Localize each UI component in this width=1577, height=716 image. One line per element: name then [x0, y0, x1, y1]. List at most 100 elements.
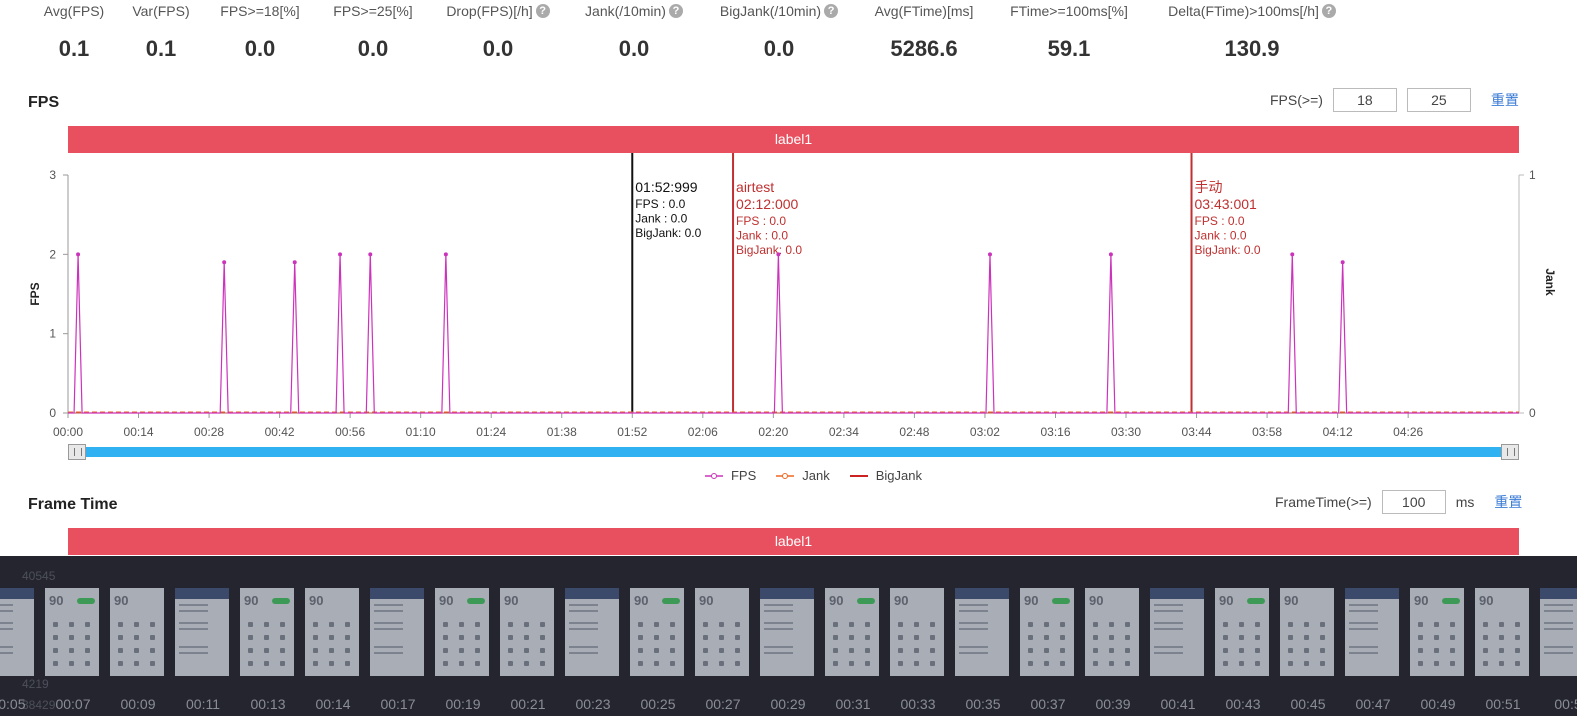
thumb-app-icon: [459, 661, 464, 666]
legend-fps[interactable]: FPS: [704, 468, 756, 483]
thumb-app-icon: [443, 661, 448, 666]
thumb-app-icon: [85, 648, 90, 653]
screenshot-filmstrip[interactable]: 40545 4219 38429 00:059000:079000:0900:1…: [0, 556, 1577, 716]
screenshot-thumbnail[interactable]: [1345, 588, 1401, 676]
thumb-app-icon: [85, 622, 90, 627]
thumb-status-pill: [857, 598, 875, 604]
thumb-text-line: [1154, 652, 1183, 654]
slider-right-handle[interactable]: [1501, 444, 1519, 460]
screenshot-thumbnail[interactable]: [565, 588, 621, 676]
thumb-app-icon: [735, 635, 740, 640]
screenshot-thumbnail[interactable]: 90: [240, 588, 296, 676]
thumb-app-icon: [53, 648, 58, 653]
screenshot-thumbnail[interactable]: 90: [890, 588, 946, 676]
thumbnail-timestamp: 00:11: [186, 696, 220, 712]
x-tick-label: 01:38: [547, 425, 577, 439]
thumb-app-icon: [1304, 635, 1309, 640]
thumb-app-icon: [1320, 648, 1325, 653]
legend-bigjank[interactable]: BigJank: [849, 468, 922, 483]
thumb-app-icon: [638, 661, 643, 666]
thumb-text-line: [569, 652, 598, 654]
thumb-app-icon: [1060, 648, 1065, 653]
screenshot-thumbnail[interactable]: 90: [825, 588, 881, 676]
screenshot-thumbnail[interactable]: [0, 588, 36, 676]
screenshot-thumbnail[interactable]: [1540, 588, 1577, 676]
thumb-text-line: [374, 622, 403, 624]
fps-point: [1340, 260, 1345, 265]
screenshot-thumbnail[interactable]: 90: [630, 588, 686, 676]
thumb-app-icon: [735, 661, 740, 666]
thumb-app-icon: [1028, 648, 1033, 653]
screenshot-thumbnail[interactable]: [1150, 588, 1206, 676]
thumb-app-icon: [248, 635, 253, 640]
thumb-app-icon: [898, 622, 903, 627]
y-tick-label-left: 3: [49, 168, 56, 182]
screenshot-thumbnail[interactable]: 90: [1410, 588, 1466, 676]
thumb-text-line: [1154, 610, 1183, 612]
thumb-app-icon: [540, 635, 545, 640]
frame-time-reset-link[interactable]: 重置: [1494, 492, 1522, 512]
thumb-app-icon: [1483, 622, 1488, 627]
thumb-status-pill: [467, 598, 485, 604]
thumb-text-line: [1349, 610, 1378, 612]
screenshot-thumbnail[interactable]: 90: [305, 588, 361, 676]
screenshot-thumbnail[interactable]: [955, 588, 1011, 676]
fps-chart[interactable]: 0 1 2 3 0 1 FPS Jank 00:00 00:14 00:28 00:42 00:56 01…: [0, 150, 1577, 440]
screenshot-thumbnail[interactable]: [175, 588, 231, 676]
help-icon[interactable]: ?: [1321, 4, 1336, 18]
screenshot-thumbnail[interactable]: 90: [435, 588, 491, 676]
thumb-app-icon: [1109, 648, 1114, 653]
fps-threshold-1-input[interactable]: [1332, 88, 1397, 112]
fps-label-bar[interactable]: label1: [68, 126, 1519, 153]
frame-time-label-bar[interactable]: label1: [68, 528, 1519, 555]
fps-threshold-2-input[interactable]: [1406, 88, 1471, 112]
thumbnail-timestamp: 00:49: [1420, 696, 1456, 712]
slider-left-handle[interactable]: [68, 444, 86, 460]
screenshot-thumbnail[interactable]: 90: [1280, 588, 1336, 676]
thumb-app-icon: [849, 622, 854, 627]
thumb-app-icon: [833, 661, 838, 666]
screenshot-thumbnail[interactable]: 90: [1085, 588, 1141, 676]
thumb-text-line: [374, 652, 403, 654]
frame-time-threshold-input[interactable]: [1381, 490, 1446, 514]
x-tick-label: 01:52: [617, 425, 647, 439]
time-range-slider[interactable]: [68, 444, 1519, 460]
screenshot-thumbnail[interactable]: 90: [45, 588, 101, 676]
screenshot-thumbnail[interactable]: 90: [110, 588, 166, 676]
thumb-app-icon: [703, 661, 708, 666]
thumb-app-icon: [1288, 635, 1293, 640]
marker-bigjank: BigJank: 0.0: [635, 226, 701, 240]
thumb-app-icon: [329, 648, 334, 653]
legend-jank[interactable]: Jank: [776, 468, 830, 483]
y-tick-label-right: 0: [1529, 406, 1536, 420]
thumb-text-line: [764, 610, 793, 612]
thumb-app-icon: [443, 648, 448, 653]
thumb-app-icon: [1109, 635, 1114, 640]
screenshot-thumbnail[interactable]: 90: [1215, 588, 1271, 676]
thumb-app-icon: [1288, 622, 1293, 627]
fps-point: [776, 252, 781, 257]
screenshot-thumbnail[interactable]: [370, 588, 426, 676]
thumb-app-icon: [670, 622, 675, 627]
thumb-text-line: [0, 622, 13, 624]
thumb-app-icon: [638, 648, 643, 653]
thumb-app-icon: [1255, 661, 1260, 666]
screenshot-thumbnail[interactable]: 90: [500, 588, 556, 676]
thumb-text-line: [569, 610, 598, 612]
fps-reset-link[interactable]: 重置: [1491, 90, 1519, 110]
thumb-text-line: [569, 622, 598, 624]
help-icon[interactable]: ?: [668, 4, 683, 18]
x-tick-label: 00:14: [124, 425, 154, 439]
thumb-app-icon: [313, 648, 318, 653]
screenshot-thumbnail[interactable]: 90: [1475, 588, 1531, 676]
thumb-status-pill: [1247, 598, 1265, 604]
fps-point: [1108, 252, 1113, 257]
thumb-app-icon: [1483, 648, 1488, 653]
thumb-app-icon: [1223, 622, 1228, 627]
thumb-app-icon: [475, 635, 480, 640]
screenshot-thumbnail[interactable]: 90: [1020, 588, 1076, 676]
thumb-status-pill: [1052, 598, 1070, 604]
screenshot-thumbnail[interactable]: 90: [695, 588, 751, 676]
screenshot-thumbnail[interactable]: [760, 588, 816, 676]
slider-track[interactable]: [76, 447, 1511, 457]
